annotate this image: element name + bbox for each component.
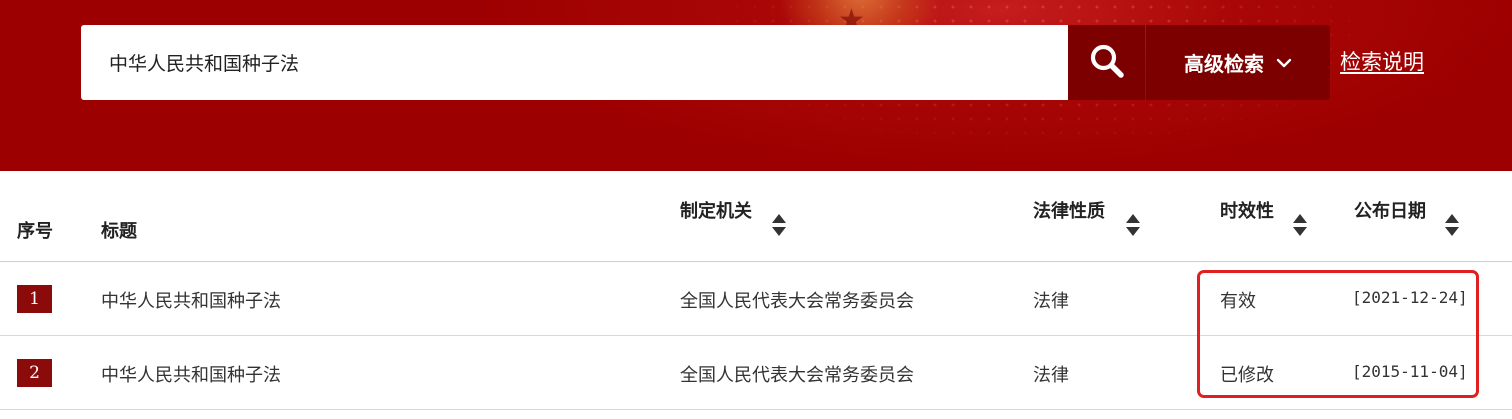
row-authority: 全国人民代表大会常务委员会 (680, 365, 914, 386)
sort-icon[interactable] (1293, 214, 1307, 236)
sort-icon[interactable] (1126, 214, 1140, 236)
row-nature: 法律 (1033, 365, 1069, 386)
row-number-badge: 2 (17, 359, 52, 387)
sort-icon[interactable] (1445, 214, 1459, 236)
divider (0, 409, 1512, 410)
advanced-search-button[interactable]: 高级检索 (1146, 25, 1330, 100)
search-help-link[interactable]: 检索说明 (1340, 46, 1424, 76)
search-box[interactable] (81, 25, 1068, 100)
column-header-authority[interactable]: 制定机关 (680, 197, 752, 223)
column-header-validity[interactable]: 时效性 (1220, 197, 1274, 223)
column-header-date[interactable]: 公布日期 (1354, 197, 1426, 223)
chevron-down-icon (1276, 58, 1292, 68)
divider (0, 261, 1512, 262)
highlight-box (1197, 270, 1479, 398)
column-header-title: 标题 (101, 221, 137, 242)
column-header-index: 序号 (17, 221, 53, 242)
column-header-nature[interactable]: 法律性质 (1033, 197, 1105, 223)
advanced-search-label: 高级检索 (1184, 52, 1264, 76)
row-title-link[interactable]: 中华人民共和国种子法 (101, 287, 281, 313)
row-nature: 法律 (1033, 291, 1069, 312)
search-input[interactable] (107, 50, 1051, 75)
row-title-link[interactable]: 中华人民共和国种子法 (101, 361, 281, 387)
search-icon (1089, 43, 1125, 83)
row-number-badge: 1 (17, 285, 52, 313)
sort-icon[interactable] (772, 214, 786, 236)
search-button[interactable] (1068, 25, 1145, 100)
row-authority: 全国人民代表大会常务委员会 (680, 291, 914, 312)
